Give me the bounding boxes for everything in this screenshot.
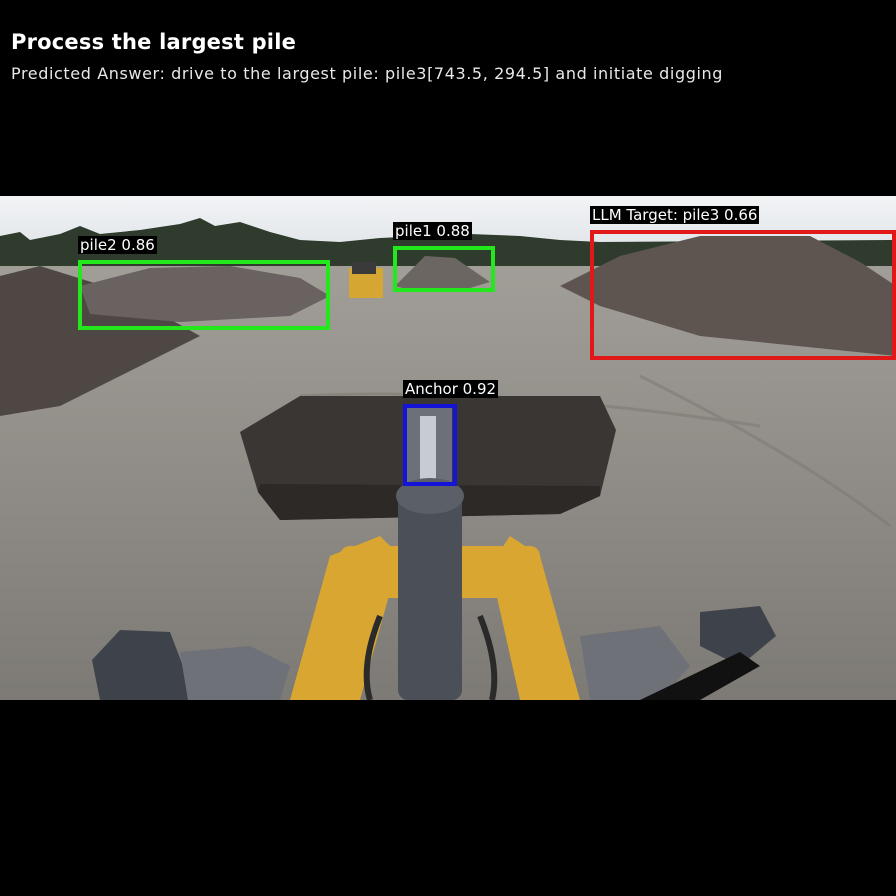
title: Process the largest pile [11, 30, 297, 54]
llm-target-bounding-box [590, 230, 896, 360]
anchor-bounding-box [403, 404, 457, 486]
predicted-answer: Predicted Answer: drive to the largest p… [11, 64, 724, 83]
pile1-label: pile1 0.88 [393, 222, 472, 240]
camera-frame: pile2 0.86 pile1 0.88 LLM Target: pile3 … [0, 196, 896, 700]
center-cylinder [398, 488, 462, 700]
pile1-bounding-box [393, 246, 495, 292]
llm-target-label: LLM Target: pile3 0.66 [590, 206, 760, 224]
pile2-bounding-box [78, 260, 330, 330]
pile2-label: pile2 0.86 [78, 236, 157, 254]
anchor-label: Anchor 0.92 [403, 380, 499, 398]
